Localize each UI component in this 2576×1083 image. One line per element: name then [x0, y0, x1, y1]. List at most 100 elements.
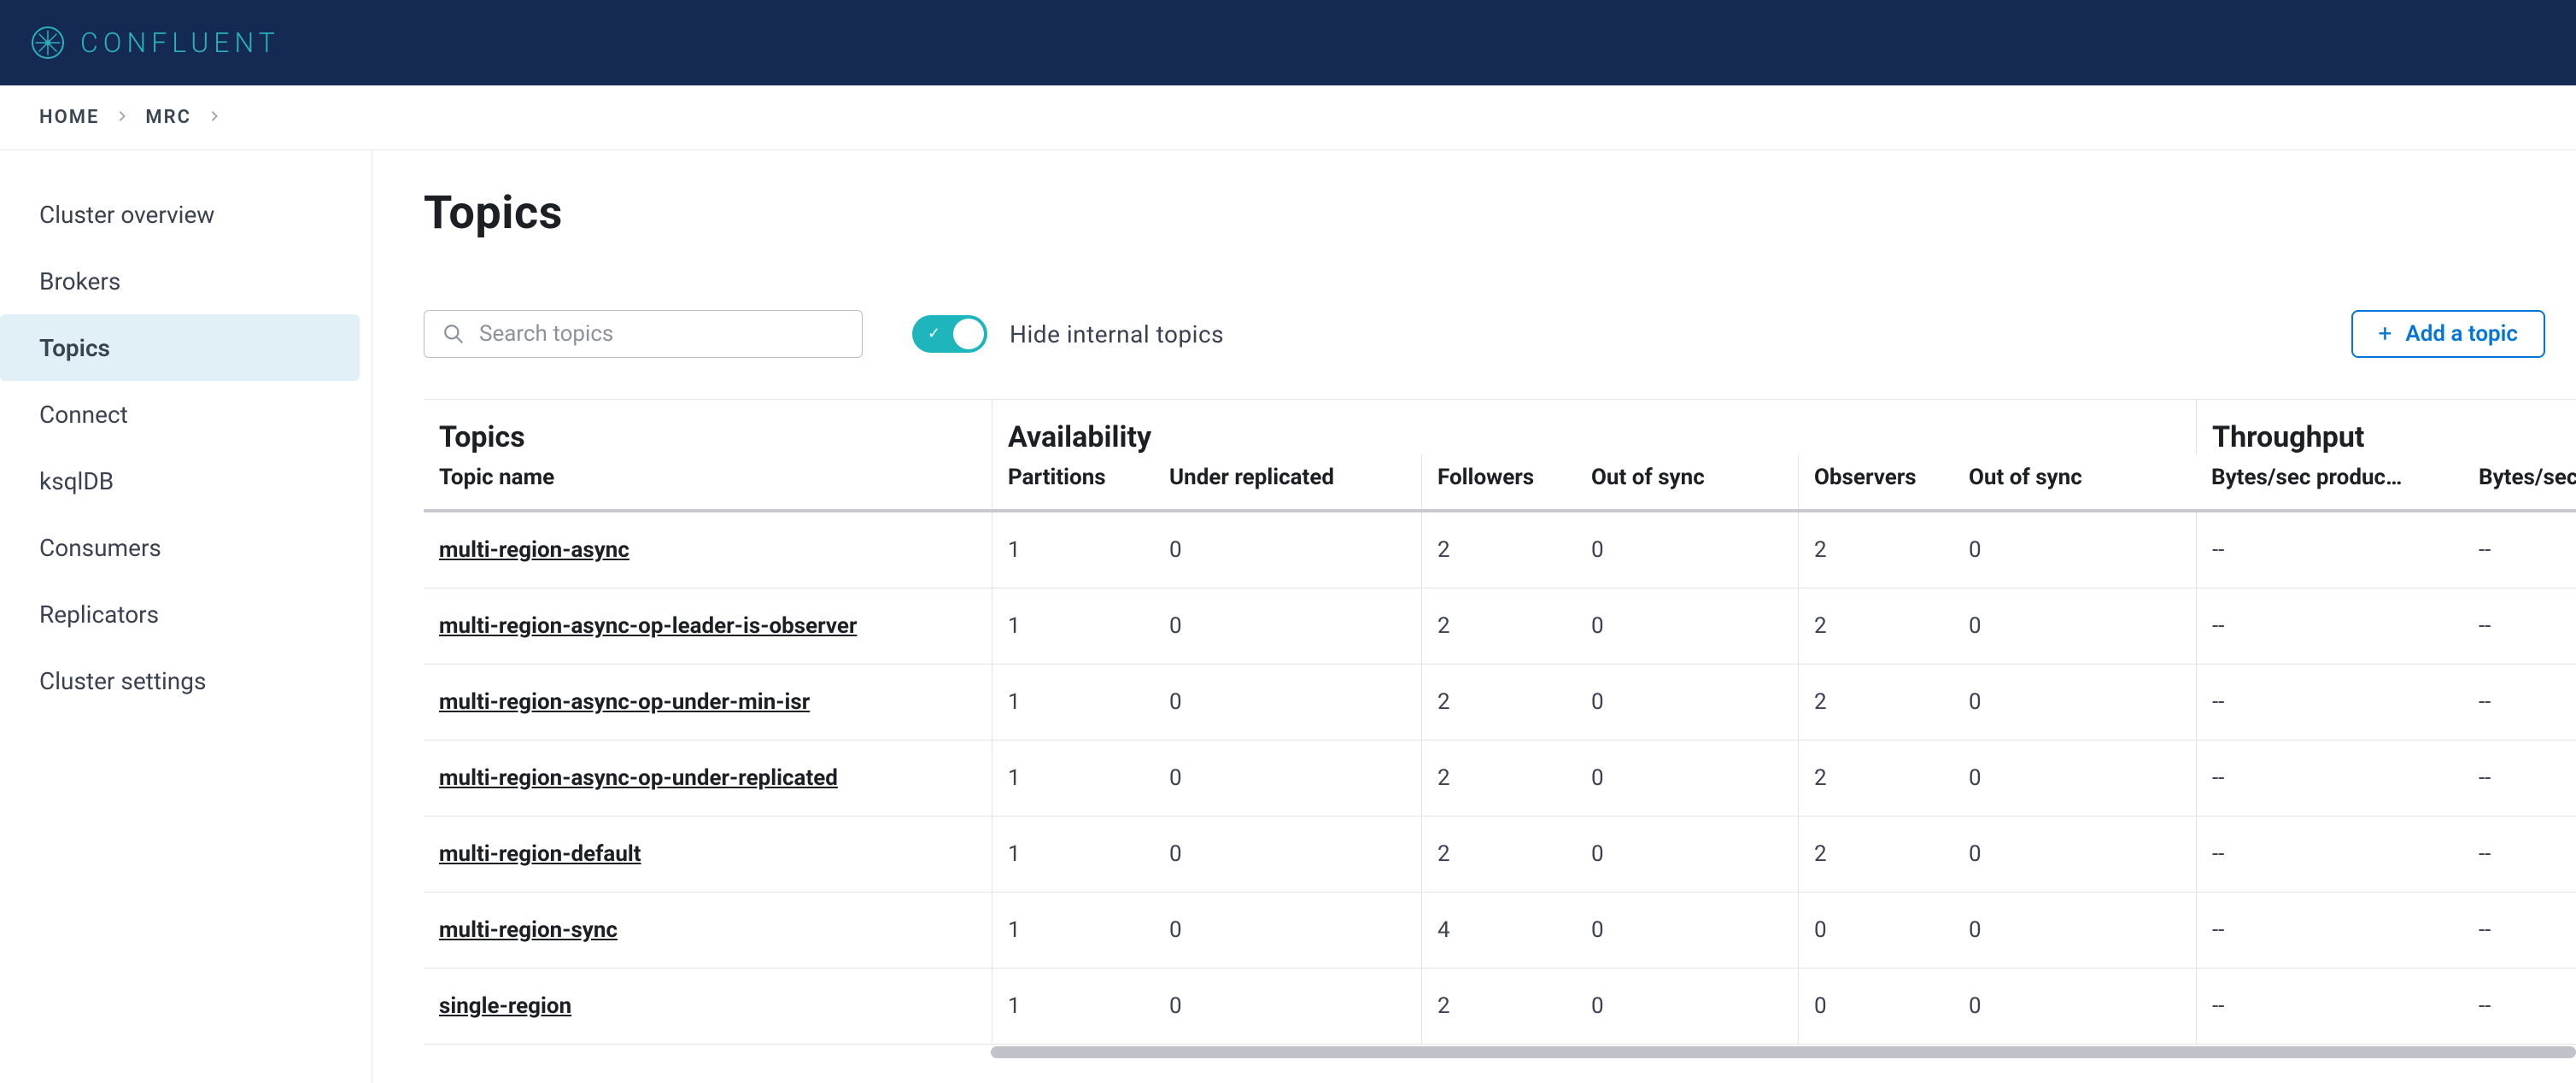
- cell-topic-name: multi-region-async-op-under-min-isr: [424, 664, 992, 740]
- cell-bytes-consumed: --: [2463, 664, 2576, 740]
- table-row: multi-region-async102020----: [424, 512, 2576, 588]
- topic-link[interactable]: multi-region-async-op-leader-is-observer: [439, 613, 857, 639]
- cell-under-replicated: 0: [1154, 588, 1421, 664]
- search-wrap: [424, 310, 863, 358]
- sidebar-item-cluster-settings[interactable]: Cluster settings: [0, 647, 360, 714]
- controls-row: ✓ Hide internal topics + Add a topic: [424, 310, 2576, 358]
- topic-link[interactable]: multi-region-default: [439, 841, 641, 867]
- add-topic-button[interactable]: + Add a topic: [2351, 310, 2545, 358]
- cell-observers: 2: [1798, 512, 1953, 588]
- cell-topic-name: multi-region-default: [424, 817, 992, 892]
- cell-out-of-sync-followers: 0: [1576, 969, 1798, 1044]
- sidebar-item-consumers[interactable]: Consumers: [0, 514, 360, 581]
- cell-under-replicated: 0: [1154, 741, 1421, 816]
- cell-partitions: 1: [992, 512, 1154, 588]
- col-out-of-sync-observers[interactable]: Out of sync: [1953, 454, 2196, 509]
- cell-out-of-sync-observers: 0: [1953, 588, 2196, 664]
- sidebar-item-replicators[interactable]: Replicators: [0, 581, 360, 647]
- cell-bytes-consumed: --: [2463, 588, 2576, 664]
- main-content: Topics ✓ Hide internal topics: [372, 150, 2576, 1083]
- cell-observers: 0: [1798, 969, 1953, 1044]
- cell-under-replicated: 0: [1154, 893, 1421, 968]
- sidebar-item-label: Replicators: [39, 600, 159, 629]
- cell-topic-name: multi-region-async: [424, 512, 992, 588]
- cell-bytes-consumed: --: [2463, 741, 2576, 816]
- cell-topic-name: multi-region-async-op-under-replicated: [424, 741, 992, 816]
- horizontal-scrollbar[interactable]: [424, 1045, 2576, 1060]
- col-followers[interactable]: Followers: [1421, 454, 1576, 509]
- col-partitions[interactable]: Partitions: [992, 454, 1154, 509]
- sidebar-item-label: Connect: [39, 401, 128, 429]
- breadcrumb-home[interactable]: HOME: [39, 107, 99, 128]
- cell-topic-name: multi-region-async-op-leader-is-observer: [424, 588, 992, 664]
- sidebar-item-ksqldb[interactable]: ksqlDB: [0, 448, 360, 514]
- cell-bytes-produced: --: [2196, 741, 2463, 816]
- cell-observers: 2: [1798, 588, 1953, 664]
- col-bytes-consumed[interactable]: Bytes/sec consu: [2463, 454, 2576, 509]
- cell-bytes-consumed: --: [2463, 893, 2576, 968]
- sidebar-item-brokers[interactable]: Brokers: [0, 248, 360, 314]
- cell-under-replicated: 0: [1154, 817, 1421, 892]
- topic-link[interactable]: multi-region-async-op-under-min-isr: [439, 689, 810, 715]
- top-header: CONFLUENT: [0, 0, 2576, 85]
- cell-bytes-produced: --: [2196, 512, 2463, 588]
- cell-topic-name: multi-region-sync: [424, 893, 992, 968]
- cell-partitions: 1: [992, 817, 1154, 892]
- sidebar-item-cluster-overview[interactable]: Cluster overview: [0, 181, 360, 248]
- cell-under-replicated: 0: [1154, 512, 1421, 588]
- cell-out-of-sync-observers: 0: [1953, 893, 2196, 968]
- cell-out-of-sync-followers: 0: [1576, 588, 1798, 664]
- hide-internal-label: Hide internal topics: [1010, 320, 1224, 348]
- cell-under-replicated: 0: [1154, 664, 1421, 740]
- group-header-throughput: Throughput: [2196, 400, 2576, 454]
- cell-observers: 2: [1798, 817, 1953, 892]
- cell-bytes-produced: --: [2196, 817, 2463, 892]
- cell-partitions: 1: [992, 588, 1154, 664]
- cell-followers: 2: [1421, 817, 1576, 892]
- cell-partitions: 1: [992, 741, 1154, 816]
- plus-icon: +: [2379, 322, 2392, 346]
- cell-out-of-sync-followers: 0: [1576, 512, 1798, 588]
- brand-name: CONFLUENT: [80, 26, 280, 59]
- cell-bytes-consumed: --: [2463, 969, 2576, 1044]
- cell-partitions: 1: [992, 893, 1154, 968]
- sidebar-item-topics[interactable]: Topics: [0, 314, 360, 381]
- brand-logo-link[interactable]: CONFLUENT: [31, 26, 280, 60]
- topic-link[interactable]: multi-region-sync: [439, 917, 618, 943]
- chevron-right-icon: [208, 109, 220, 126]
- cell-followers: 4: [1421, 893, 1576, 968]
- cell-out-of-sync-observers: 0: [1953, 512, 2196, 588]
- topic-link[interactable]: multi-region-async: [439, 537, 629, 563]
- cell-observers: 2: [1798, 741, 1953, 816]
- cell-out-of-sync-observers: 0: [1953, 664, 2196, 740]
- search-input[interactable]: [424, 310, 863, 358]
- group-header-topics: Topics: [424, 400, 992, 454]
- hide-internal-toggle[interactable]: ✓: [912, 315, 987, 353]
- add-topic-label: Add a topic: [2405, 321, 2518, 347]
- check-icon: ✓: [928, 326, 940, 342]
- table-row: multi-region-async-op-under-replicated 10…: [424, 741, 2576, 817]
- sidebar-item-label: ksqlDB: [39, 467, 114, 495]
- cell-out-of-sync-followers: 0: [1576, 664, 1798, 740]
- breadcrumb-mrc[interactable]: MRC: [145, 107, 191, 128]
- page-title: Topics: [424, 186, 2576, 240]
- col-topic-name[interactable]: Topic name: [424, 454, 992, 509]
- cell-out-of-sync-observers: 0: [1953, 817, 2196, 892]
- col-observers[interactable]: Observers: [1798, 454, 1953, 509]
- cell-followers: 2: [1421, 969, 1576, 1044]
- toggle-knob: [953, 319, 984, 349]
- table-row: multi-region-async-op-leader-is-observer…: [424, 588, 2576, 664]
- sidebar-item-label: Brokers: [39, 267, 120, 296]
- sidebar-item-label: Topics: [39, 334, 110, 362]
- cell-bytes-produced: --: [2196, 588, 2463, 664]
- cell-followers: 2: [1421, 741, 1576, 816]
- sidebar-item-connect[interactable]: Connect: [0, 381, 360, 448]
- col-bytes-produced[interactable]: Bytes/sec produc…: [2196, 454, 2463, 509]
- topic-link[interactable]: multi-region-async-op-under-replicated: [439, 765, 838, 791]
- table-row: single-region102000----: [424, 969, 2576, 1045]
- col-under-replicated[interactable]: Under replicated: [1154, 454, 1421, 509]
- topic-link[interactable]: single-region: [439, 993, 571, 1019]
- cell-observers: 0: [1798, 893, 1953, 968]
- hide-internal-toggle-wrap: ✓ Hide internal topics: [912, 315, 1224, 353]
- col-out-of-sync-followers[interactable]: Out of sync: [1576, 454, 1798, 509]
